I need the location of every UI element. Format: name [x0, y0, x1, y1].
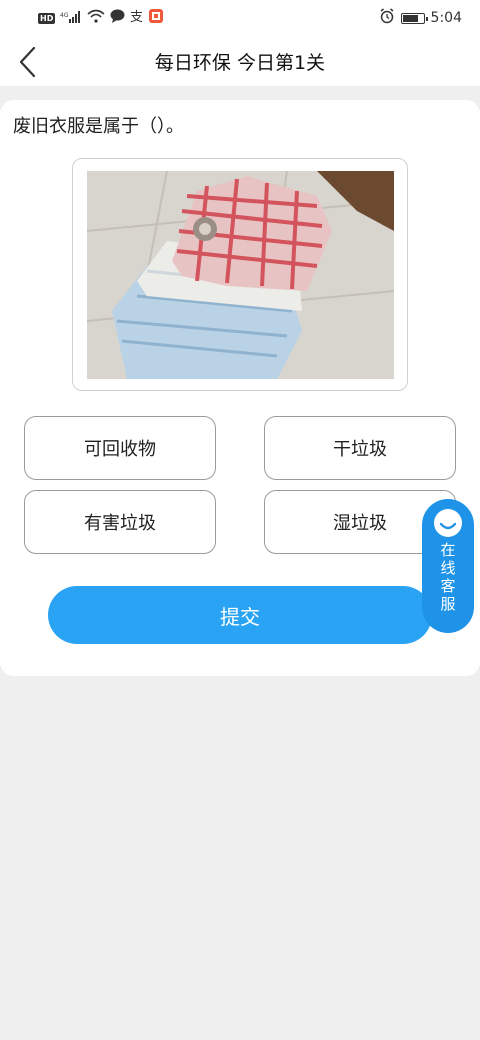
option-hazardous-waste[interactable]: 有害垃圾	[24, 490, 216, 554]
message-icon	[110, 9, 125, 27]
status-icons-left: HD 4G 支	[38, 9, 164, 27]
question-card: 废旧衣服是属于（）。 可回收物 干垃圾 有害垃圾 湿垃圾 提交	[0, 100, 480, 676]
app-notification-icon	[149, 9, 164, 27]
question-text: 废旧衣服是属于（）。	[13, 116, 184, 137]
customer-service-label: 在线客服	[440, 541, 456, 613]
cell-signal-icon: 4G	[60, 10, 82, 26]
page-title: 每日环保 今日第1关	[154, 51, 326, 74]
wifi-icon	[87, 9, 105, 27]
customer-service-button[interactable]: 在线客服	[422, 499, 474, 633]
svg-text:支: 支	[130, 10, 143, 23]
question-image-frame	[72, 158, 408, 391]
alipay-icon: 支	[130, 9, 144, 27]
smile-icon	[434, 509, 462, 537]
svg-text:4G: 4G	[60, 12, 69, 19]
network-hd-badge: HD	[38, 12, 56, 24]
back-button[interactable]	[10, 44, 46, 80]
option-dry-waste[interactable]: 干垃圾	[264, 416, 456, 480]
status-icons-right: 5:04	[379, 8, 462, 28]
nav-bar: 每日环保 今日第1关	[0, 36, 480, 86]
status-bar: HD 4G 支 5:04	[0, 0, 480, 36]
alarm-icon	[379, 8, 395, 28]
clothes-photo	[87, 171, 394, 379]
option-recyclable[interactable]: 可回收物	[24, 416, 216, 480]
submit-button[interactable]: 提交	[48, 586, 432, 644]
chevron-left-icon	[19, 46, 36, 78]
clock-time: 5:04	[430, 10, 462, 26]
battery-icon	[400, 12, 428, 24]
